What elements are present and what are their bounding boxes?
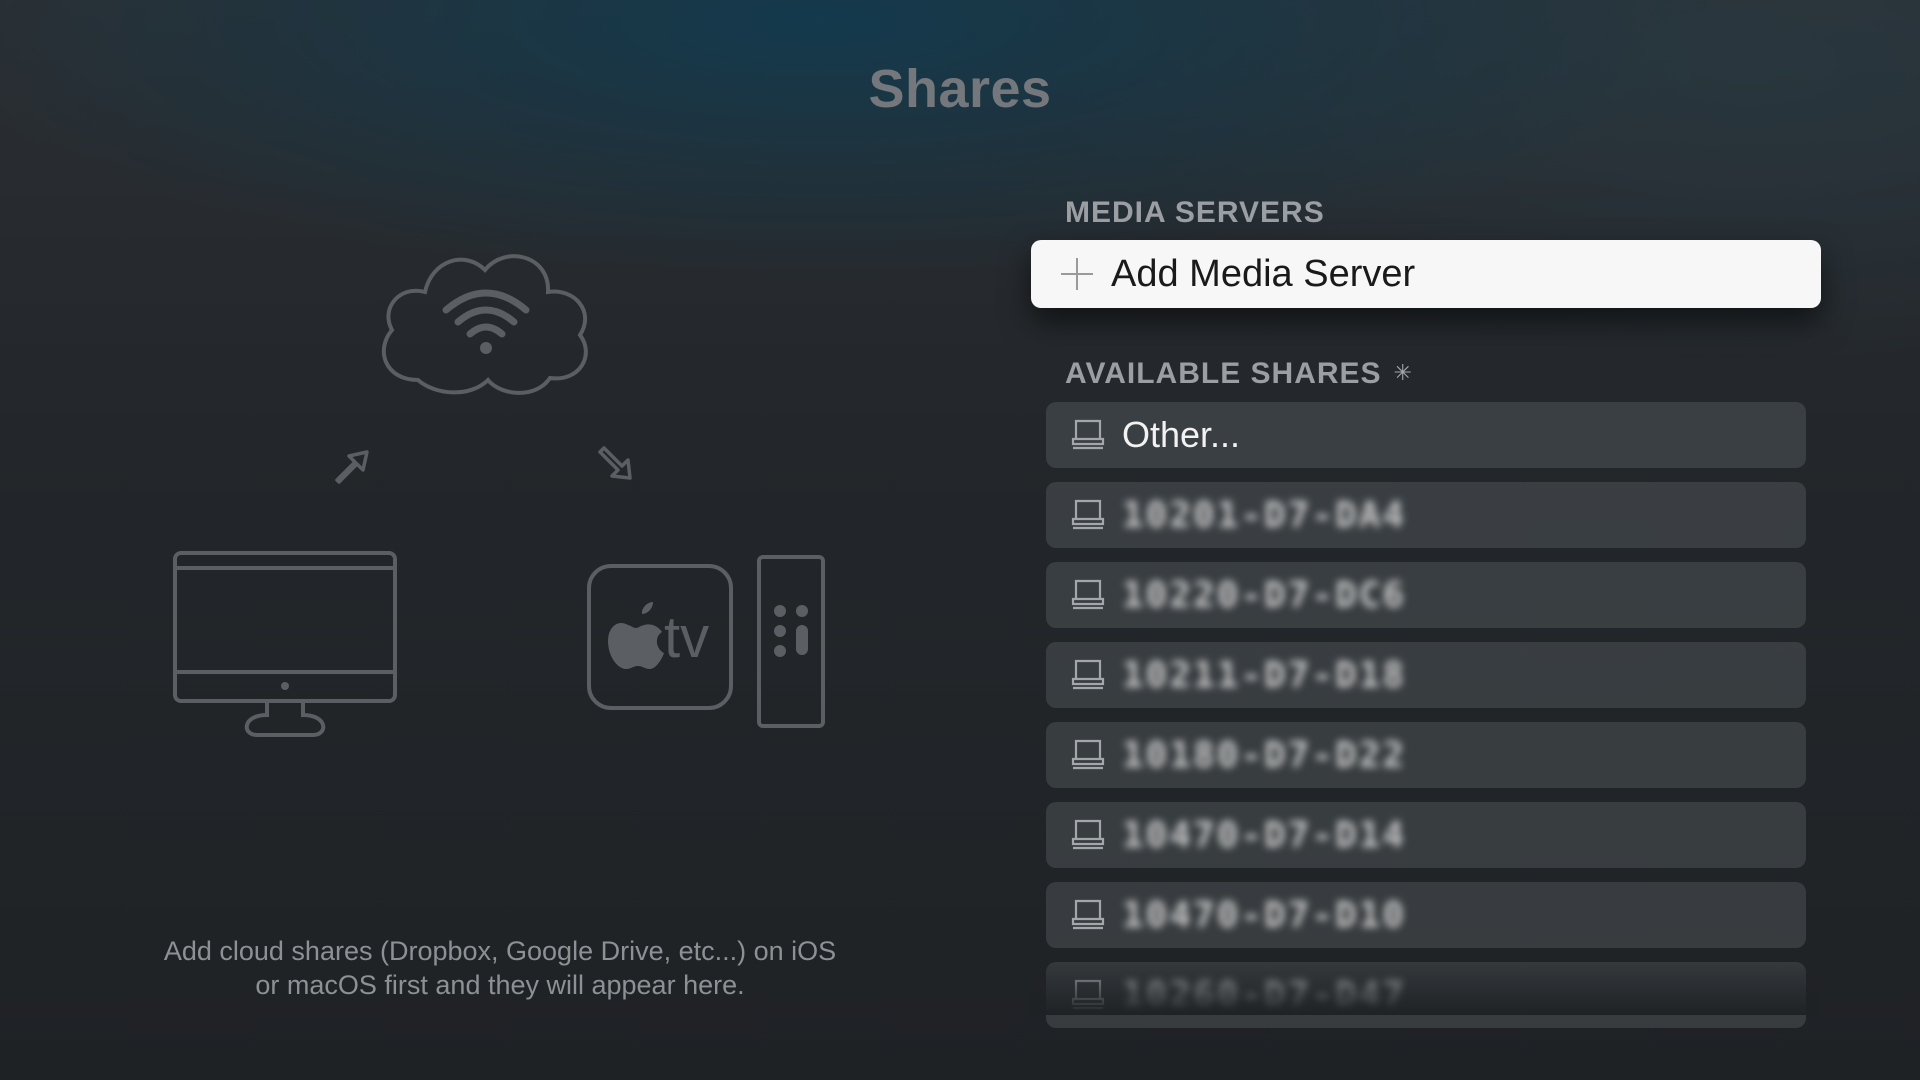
- network-server-icon: [1071, 659, 1105, 690]
- page-title: Shares: [868, 59, 1052, 119]
- share-row[interactable]: 10211-D7-D18: [1046, 642, 1806, 708]
- imac-icon: [173, 551, 397, 737]
- network-server-icon: [1071, 579, 1105, 610]
- media-servers-header: MEDIA SERVERS: [1065, 196, 1325, 229]
- share-name: 10470-D7-D14: [1122, 814, 1407, 856]
- add-media-server-label: Add Media Server: [1111, 252, 1416, 295]
- cloud-wifi-icon: [381, 254, 588, 395]
- loading-spinner-icon: ✳: [1393, 360, 1414, 385]
- plus-icon: [1059, 256, 1095, 292]
- share-name: 10260-D7-D47: [1122, 974, 1407, 1016]
- share-name: Other...: [1122, 414, 1241, 455]
- network-server-icon: [1071, 819, 1105, 850]
- network-server-icon: [1071, 499, 1105, 530]
- share-name: 10220-D7-DC6: [1122, 574, 1407, 616]
- share-row-other[interactable]: Other...: [1046, 402, 1806, 468]
- arrow-down-right-icon: [598, 446, 632, 480]
- share-row[interactable]: 10260-D7-D47: [1046, 962, 1806, 1028]
- apple-tv-box-icon: [587, 564, 733, 710]
- available-shares-header: AVAILABLE SHARES ✳: [1065, 357, 1413, 391]
- share-row[interactable]: 10470-D7-D10: [1046, 882, 1806, 948]
- available-shares-label: AVAILABLE SHARES: [1065, 357, 1382, 390]
- share-name: 10211-D7-D18: [1122, 654, 1407, 696]
- share-name: 10201-D7-DA4: [1122, 494, 1407, 536]
- illustration: tv: [150, 220, 850, 740]
- tv-label: tv: [664, 605, 710, 670]
- arrow-up-right-icon: [335, 450, 369, 484]
- info-text: Add cloud shares (Dropbox, Google Drive,…: [163, 936, 837, 1000]
- share-row[interactable]: 10470-D7-D14: [1046, 802, 1806, 868]
- share-name: 10180-D7-D22: [1122, 734, 1407, 776]
- network-server-icon: [1071, 419, 1105, 450]
- add-media-server-button[interactable]: Add Media Server: [1031, 240, 1821, 308]
- network-server-icon: [1071, 739, 1105, 770]
- share-row[interactable]: 10220-D7-DC6: [1046, 562, 1806, 628]
- siri-remote-icon: [757, 555, 825, 728]
- network-server-icon: [1071, 979, 1105, 1010]
- share-row[interactable]: 10201-D7-DA4: [1046, 482, 1806, 548]
- share-name: 10470-D7-D10: [1122, 894, 1407, 936]
- network-server-icon: [1071, 899, 1105, 930]
- share-row[interactable]: 10180-D7-D22: [1046, 722, 1806, 788]
